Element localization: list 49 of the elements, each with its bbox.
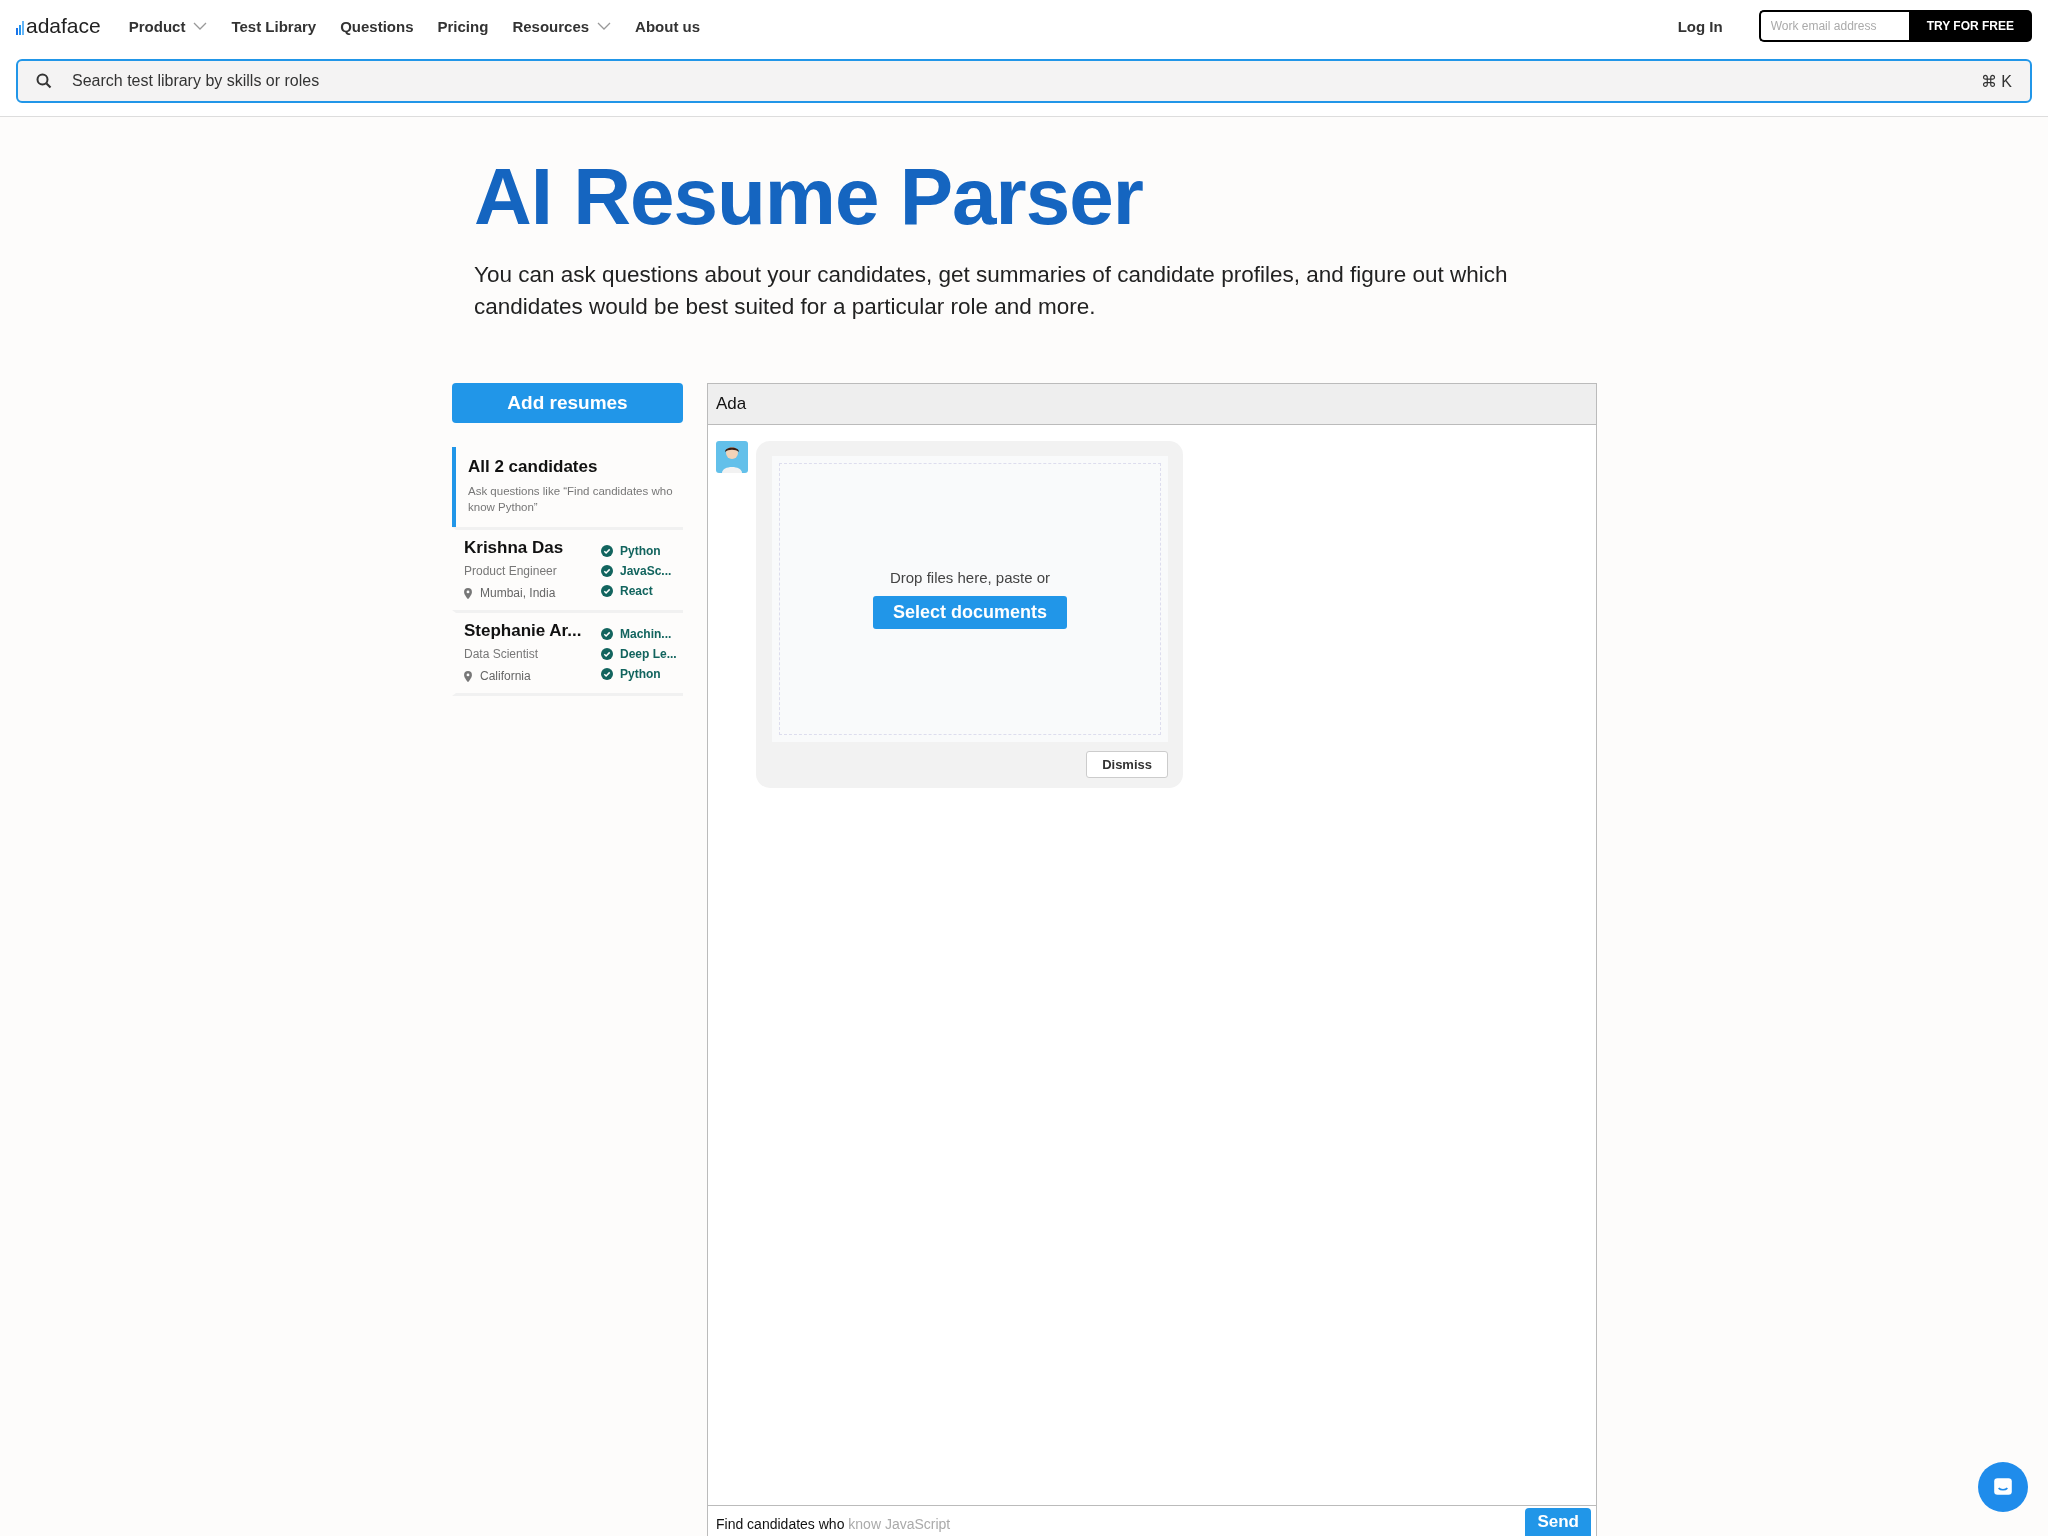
skill-label: Python: [620, 544, 661, 558]
message-input[interactable]: Find candidates who know JavaScript: [716, 1510, 1526, 1532]
check-circle-icon: [601, 648, 613, 660]
candidate-name: Stephanie Ar...: [464, 621, 582, 641]
candidate-item[interactable]: Stephanie Ar... Data Scientist California Machin... Deep Le... Python: [452, 610, 683, 696]
check-circle-icon: [601, 565, 613, 577]
nav-link[interactable]: Questions: [340, 17, 414, 35]
candidate-role: Data Scientist: [464, 647, 540, 661]
nav-link[interactable]: Test Library: [231, 17, 317, 35]
location-pin-icon: [464, 670, 472, 682]
email-input[interactable]: Work email address: [1758, 10, 1909, 42]
item-hint: Ask questions like “Find candidates who know Python”: [468, 484, 673, 515]
skill-label: JavaSc...: [620, 564, 672, 578]
check-circle-icon: [601, 628, 613, 640]
candidate-location: California: [480, 669, 531, 683]
nav-link[interactable]: Product: [128, 17, 208, 35]
nav-link[interactable]: Resources: [512, 17, 612, 35]
avatar-icon: [716, 441, 748, 473]
chevron-down-icon: [597, 22, 612, 30]
candidate-location: Mumbai, India: [480, 586, 556, 600]
dismiss-button[interactable]: Dismiss: [1086, 751, 1168, 778]
nav-link[interactable]: Pricing: [437, 17, 489, 35]
page-title: AI Resume Parser: [474, 151, 1144, 243]
all-candidates-item[interactable]: All 2 candidates Ask questions like “Find candidates who know Python”: [452, 447, 683, 527]
check-circle-icon: [601, 585, 613, 597]
keyboard-shortcut: ⌘ K: [1980, 71, 2012, 91]
search-field[interactable]: Search test library by skills or roles ⌘ K: [16, 59, 2032, 103]
candidate-role: Product Engineer: [464, 564, 558, 578]
skill-label: React: [620, 584, 653, 598]
check-circle-icon: [601, 668, 613, 680]
search-placeholder: Search test library by skills or roles: [72, 72, 321, 90]
skill-label: Deep Le...: [620, 647, 677, 661]
chat-bubble-icon[interactable]: [1978, 1462, 2028, 1512]
check-circle-icon: [601, 545, 613, 557]
item-title: All 2 candidates: [468, 457, 599, 477]
location-pin-icon: [464, 587, 472, 599]
login-link[interactable]: Log In: [1677, 17, 1723, 35]
candidate-item[interactable]: Krishna Das Product Engineer Mumbai, India Python JavaSc... React: [452, 527, 683, 610]
search-icon: [36, 73, 52, 89]
bar-chart-icon: [16, 21, 24, 35]
drop-instructions: Drop files here, paste or: [889, 569, 1051, 586]
skill-label: Python: [620, 667, 661, 681]
chevron-down-icon: [193, 22, 208, 30]
try-for-free-button[interactable]: TRY FOR FREE: [1908, 10, 2032, 42]
page-description: You can ask questions about your candidates, get summaries of candidate profiles, and figure out which candidates would be best suited for a particular role and more.: [474, 261, 1509, 321]
nav-link[interactable]: About us: [635, 17, 701, 35]
skill-label: Machin...: [620, 627, 672, 641]
candidate-name: Krishna Das: [464, 538, 564, 558]
chat-title: Ada: [716, 394, 747, 414]
